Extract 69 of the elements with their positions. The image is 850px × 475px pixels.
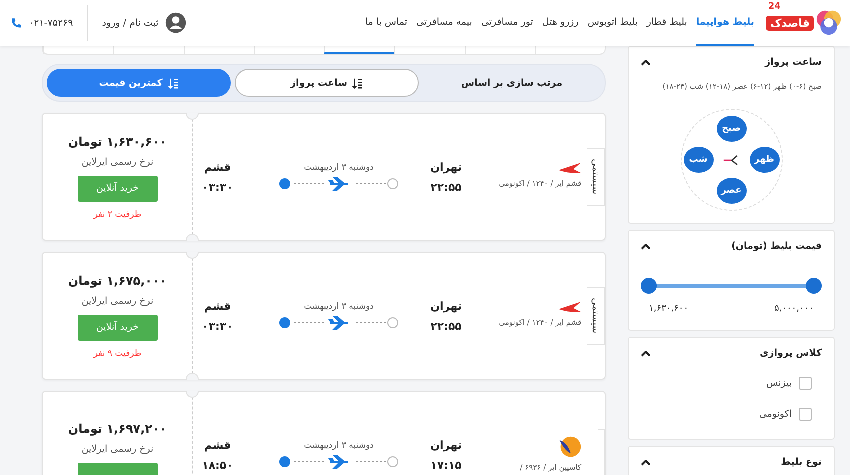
user-avatar-icon[interactable] [164,12,187,34]
chevron-up-icon[interactable] [641,460,651,466]
sort-option-button[interactable]: ساعت پرواز [235,69,419,97]
ticket-price: ۱,۶۷۵,۰۰۰ تومان [68,274,168,288]
checkbox[interactable] [799,377,812,390]
nav-link[interactable]: بلیط اتوبوس [588,0,638,46]
wing-logo-icon [558,162,582,175]
flight-date: دوشنبه ۳ اردیبهشت [304,163,374,173]
arrival-city: قشم [204,160,232,174]
panel-title: کلاس پروازی [760,348,822,359]
time-slot-button[interactable]: ظهر [750,147,780,173]
ticket-price: ۱,۶۳۰,۶۰۰ تومان [68,134,168,148]
logo-text: قاصدک [766,16,814,30]
time-slot-button[interactable]: شب [684,147,714,173]
sort-icon [168,78,179,88]
flight-date: دوشنبه ۳ اردیبهشت [304,302,374,312]
rate-note: نرخ رسمی ایرلاین [82,296,154,306]
ticket-type-tab[interactable]: سیستمی [587,148,605,206]
price-range-slider[interactable] [641,278,822,294]
chevron-up-icon[interactable] [641,350,651,356]
departure-time: ۲۲:۵۵ [430,180,462,194]
rate-note: نرخ رسمی ایرلاین [82,444,154,454]
panel-title: قیمت بلیط (تومان) [732,241,822,252]
panel-title: ساعت پرواز [765,57,822,68]
arrival-time: ۰۳:۳۰ [202,320,234,332]
departure-city: تهران [430,300,462,312]
checkbox[interactable] [799,408,812,421]
checkbox-label: بیزنس [766,378,792,389]
rate-note: نرخ رسمی ایرلاین [82,156,154,168]
capacity-text: ظرفیت ۲ نفر [94,210,142,220]
arrival-city: قشم [204,438,232,452]
airline-circle-logo-icon [558,434,582,458]
logo-number-label: 24 [768,2,781,12]
slider-thumb[interactable] [806,278,822,294]
flight-date: دوشنبه ۳ اردیبهشت [304,441,374,451]
ticket-type-tab[interactable]: سیستمی [587,287,605,345]
colorful-circle-icon [816,10,842,36]
checkbox-label: اکونومی [759,409,792,420]
departure-city: تهران [430,160,462,174]
arrival-city: قشم [204,300,232,312]
sort-option-button[interactable]: کمترین قیمت [47,69,231,97]
nav-link[interactable]: تماس با ما [365,0,408,46]
chevron-up-icon[interactable] [641,244,651,250]
departure-time: ۱۷:۱۵ [430,458,462,472]
time-slot-button[interactable]: عصر [716,178,746,204]
phone-number: ۰۲۱-۷۵۲۶۹ [29,18,74,28]
arrival-time: ۰۳:۳۰ [202,180,234,194]
arrival-time: ۱۸:۵۰ [202,458,234,472]
plane-icon [722,155,740,166]
min-price-label: ۱,۶۳۰,۶۰۰ [649,304,689,314]
sort-label: مرتب سازی بر اساس [460,78,564,88]
departure-city: تهران [430,438,462,452]
login-link[interactable]: ثبت نام / ورود [102,18,159,28]
date-tab[interactable] [324,46,394,54]
capacity-text: ظرفیت ۹ نفر [94,348,142,358]
slider-thumb[interactable] [641,278,657,294]
ticket-price: ۱,۶۹۷,۲۰۰ تومان [68,422,168,436]
nav-link[interactable]: بیمه مسافرتی [416,0,472,46]
nav-link[interactable]: تور مسافرتی [481,0,534,46]
sort-icon [352,78,364,88]
phone-icon [10,16,23,30]
chevron-up-icon[interactable] [641,60,651,66]
nav-link[interactable]: بلیط قطار [646,0,688,46]
panel-title: نوع بلیط [781,457,822,468]
max-price-label: ۵,۰۰۰,۰۰۰ [774,304,814,314]
wing-logo-icon [558,301,582,314]
time-slot-button[interactable]: صبح [716,116,746,142]
nav-link[interactable]: رزرو هتل [542,0,579,46]
departure-time: ۲۲:۵۵ [430,320,462,332]
